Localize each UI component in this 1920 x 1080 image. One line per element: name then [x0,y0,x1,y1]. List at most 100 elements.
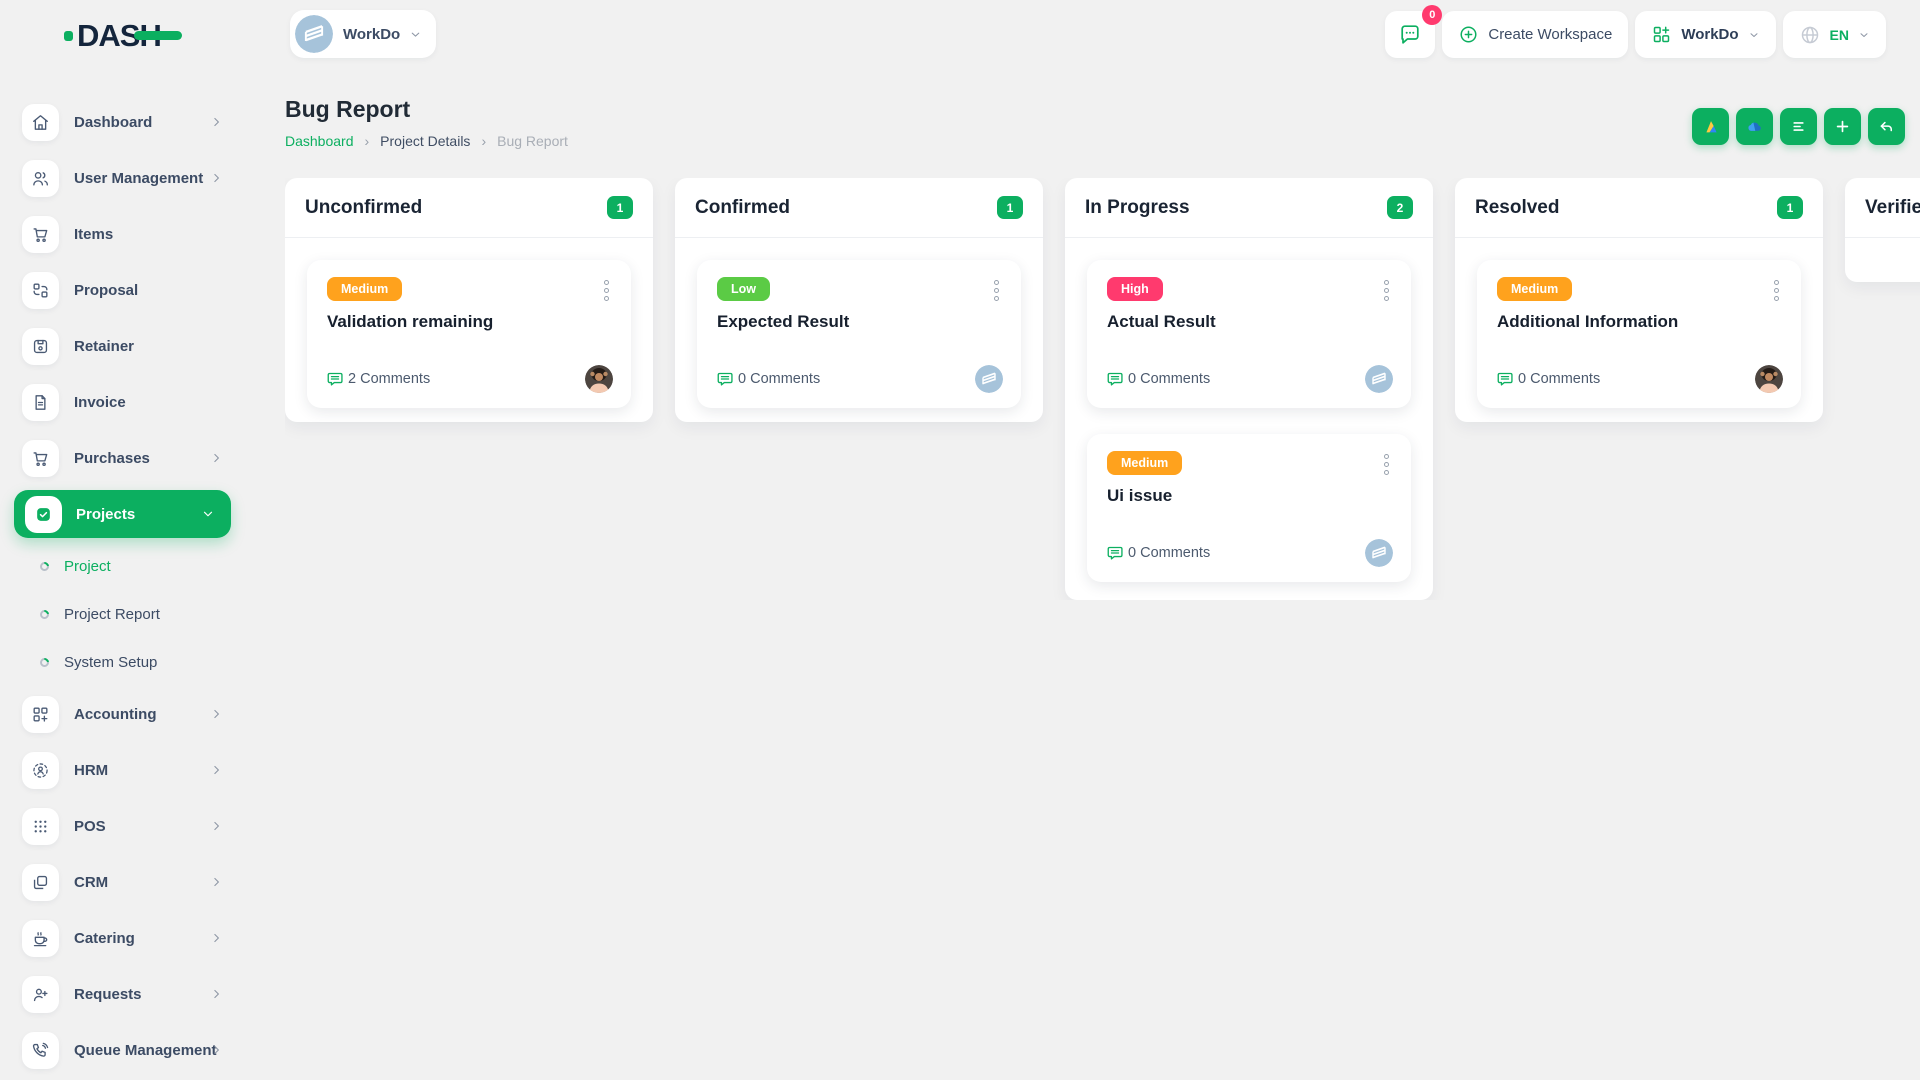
column-title: Confirmed [695,197,790,219]
topbar-actions: 0 Create Workspace WorkDo EN [1385,11,1886,58]
assignee-avatar [1365,365,1393,393]
app-logo[interactable]: DASH [64,20,182,51]
globe-icon [1799,24,1821,46]
breadcrumb-current: Bug Report [497,133,568,149]
language-dropdown[interactable]: EN [1783,11,1886,58]
sidebar-item-user-management[interactable]: User Management [0,150,245,206]
column-title: Resolved [1475,197,1559,219]
workdo-avatar [975,365,1003,393]
chevron-right-icon [210,172,223,185]
back-button[interactable] [1868,108,1905,145]
breadcrumb-dashboard[interactable]: Dashboard [285,133,354,149]
kanban-card[interactable]: Medium Ui issue 0 Comments [1087,434,1411,582]
column-title: Verified [1865,197,1920,219]
sidebar-item-crm[interactable]: CRM [0,854,245,910]
priority-badge: High [1107,277,1163,301]
card-menu-button[interactable] [1381,277,1392,304]
sidebar-nav: Dashboard User Management Items Proposal [0,94,245,1078]
create-workspace-button[interactable]: Create Workspace [1442,11,1628,58]
priority-badge: Medium [1497,277,1572,301]
sidebar-item-queue-management[interactable]: Queue Management [0,1022,245,1078]
card-title: Additional Information [1497,312,1781,332]
card-menu-button[interactable] [991,277,1002,304]
sidebar-item-items[interactable]: Items [0,206,245,262]
proposal-icon [22,272,59,309]
column-verified: Verified [1845,178,1920,282]
retainer-icon [22,328,59,365]
column-header: Verified [1845,178,1920,238]
invoice-icon [22,384,59,421]
plus-circle-icon [1458,24,1479,45]
card-menu-button[interactable] [1771,277,1782,304]
column-count-badge: 1 [1777,196,1803,219]
kanban-card[interactable]: Medium Validation remaining 2 Comments [307,260,631,408]
breadcrumb: Dashboard › Project Details › Bug Report [285,133,568,149]
sidebar-item-projects[interactable]: Projects [0,486,245,542]
workspace-switcher-dropdown[interactable]: WorkDo [1635,11,1775,58]
home-icon [22,104,59,141]
card-title: Expected Result [717,312,1001,332]
list-view-button[interactable] [1780,108,1817,145]
workspace-selector[interactable]: WorkDo [290,10,436,58]
chevron-right-icon [210,932,223,945]
sidebar-subitem-system-setup[interactable]: System Setup [0,638,245,686]
chevron-down-icon [1748,29,1760,41]
sidebar-subitem-project[interactable]: Project [0,542,245,590]
page-title: Bug Report [285,96,410,123]
list-icon [1789,117,1808,136]
user-plus-icon [22,976,59,1013]
kanban-card[interactable]: High Actual Result 0 Comments [1087,260,1411,408]
column-in-progress: In Progress 2 High Actual Result 0 Comme… [1065,178,1433,600]
sidebar-item-purchases[interactable]: Purchases [0,430,245,486]
sidebar-item-hrm[interactable]: HRM [0,742,245,798]
chevron-down-icon [1858,29,1870,41]
board-toolbar [1692,108,1905,145]
sidebar-item-requests[interactable]: Requests [0,966,245,1022]
card-comments: 0 Comments [1107,371,1210,387]
column-header: Unconfirmed 1 [285,178,653,238]
plus-icon [1833,117,1852,136]
breadcrumb-separator: › [365,133,370,149]
chevron-right-icon [210,988,223,1001]
workspace-switcher-label: WorkDo [1681,26,1738,43]
kanban-card[interactable]: Medium Additional Information 0 Comments [1477,260,1801,408]
coffee-cup-icon [22,920,59,957]
sidebar-item-pos[interactable]: POS [0,798,245,854]
workdo-avatar [1365,539,1393,567]
chevron-right-icon [210,452,223,465]
column-confirmed: Confirmed 1 Low Expected Result 0 Commen… [675,178,1043,422]
dots-grid-icon [22,808,59,845]
phone-call-icon [22,1032,59,1069]
workspace-name: WorkDo [343,26,400,43]
card-menu-button[interactable] [1381,451,1392,478]
overlap-squares-icon [22,864,59,901]
card-title: Validation remaining [327,312,611,332]
sidebar-item-accounting[interactable]: Accounting [0,686,245,742]
assignee-avatar [1755,365,1783,393]
chat-count-badge: 0 [1422,5,1442,25]
google-drive-button[interactable] [1692,108,1729,145]
add-button[interactable] [1824,108,1861,145]
checkbox-icon [25,496,62,533]
kanban-board: Unconfirmed 1 Medium Validation remainin… [285,178,1920,600]
comment-icon [327,371,343,387]
onedrive-button[interactable] [1736,108,1773,145]
cart-icon [22,440,59,477]
card-comments: 2 Comments [327,371,430,387]
column-header: Resolved 1 [1455,178,1823,238]
breadcrumb-project-details[interactable]: Project Details [380,133,470,149]
sidebar-item-catering[interactable]: Catering [0,910,245,966]
sidebar-item-dashboard[interactable]: Dashboard [0,94,245,150]
sidebar-item-proposal[interactable]: Proposal [0,262,245,318]
kanban-card[interactable]: Low Expected Result 0 Comments [697,260,1021,408]
messenger-button[interactable]: 0 [1385,11,1435,58]
sidebar-item-retainer[interactable]: Retainer [0,318,245,374]
breadcrumb-separator: › [481,133,486,149]
sidebar-item-invoice[interactable]: Invoice [0,374,245,430]
column-count-badge: 1 [997,196,1023,219]
chevron-right-icon [210,1044,223,1057]
logo-bar [134,31,182,40]
card-menu-button[interactable] [601,277,612,304]
assignee-avatar [1365,539,1393,567]
sidebar-subitem-project-report[interactable]: Project Report [0,590,245,638]
